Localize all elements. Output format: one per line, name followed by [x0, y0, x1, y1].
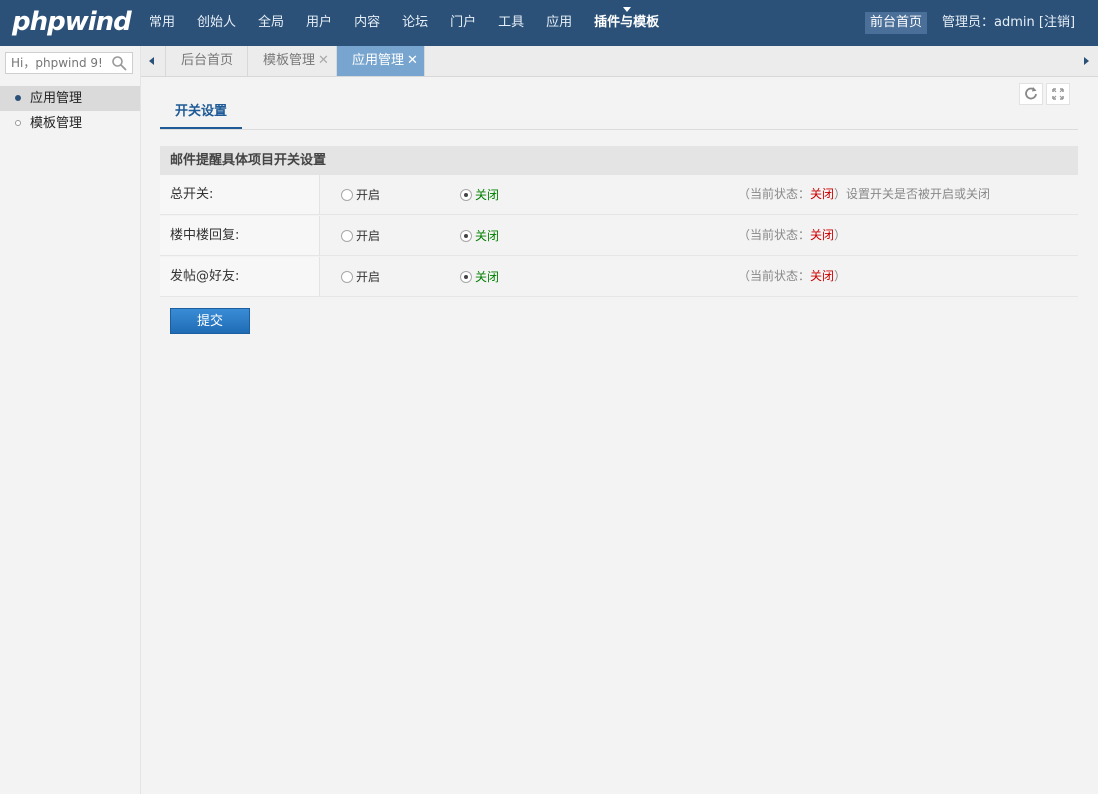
setting-row-master-switch: 总开关: 开启 关闭 （当前状态：关闭）设置开关是否被开启或关闭	[160, 175, 1078, 215]
radio-on-label: 开启	[356, 270, 381, 284]
admin-label: 管理员：	[942, 15, 995, 30]
radio-unchecked-icon[interactable]	[341, 230, 353, 242]
radio-off[interactable]: 关闭	[460, 216, 499, 255]
nav-item-forum[interactable]: 论坛	[391, 0, 439, 46]
main-nav: 常用 创始人 全局 用户 内容 论坛 门户 工具 应用 插件与模板	[138, 0, 670, 46]
radio-on-label: 开启	[356, 188, 381, 202]
radio-checked-icon[interactable]	[460, 271, 472, 283]
tab-admin-home[interactable]: 后台首页	[166, 46, 248, 76]
nav-item-content[interactable]: 内容	[343, 0, 391, 46]
submit-button[interactable]: 提交	[170, 308, 250, 334]
status-value: 关闭	[810, 228, 835, 242]
nav-item-founder[interactable]: 创始人	[186, 0, 247, 46]
radio-on[interactable]: 开启	[341, 175, 380, 214]
status-text: （当前状态：关闭）设置开关是否被开启或关闭	[738, 175, 990, 214]
tab-switch-settings[interactable]: 开关设置	[160, 99, 242, 129]
tab-app-management[interactable]: 应用管理 ✕	[337, 46, 425, 76]
search-icon[interactable]	[111, 55, 127, 71]
logout-link[interactable]: [注销]	[1039, 15, 1075, 30]
radio-off-label: 关闭	[475, 270, 500, 284]
nav-item-plugins-templates[interactable]: 插件与模板	[583, 0, 670, 46]
bullet-filled-icon	[15, 95, 21, 101]
setting-row-nested-reply: 楼中楼回复: 开启 关闭 （当前状态：关闭）	[160, 216, 1078, 256]
status-suffix: ）设置开关是否被开启或关闭	[834, 187, 991, 201]
main-content: 开关设置 邮件提醒具体项目开关设置 总开关: 开启 关闭 （当前状态：关闭）设置…	[141, 77, 1098, 794]
tab-bar: 后台首页 模板管理 ✕ 应用管理 ✕	[141, 46, 1098, 77]
status-prefix: （当前状态：	[738, 187, 811, 201]
subtab-bar: 开关设置	[160, 99, 1078, 130]
radio-checked-icon[interactable]	[460, 230, 472, 242]
tab-scroll-left-icon[interactable]	[141, 46, 166, 76]
setting-label: 总开关:	[160, 175, 320, 214]
radio-off-label: 关闭	[475, 229, 500, 243]
tab-scroll-right-icon[interactable]	[1074, 46, 1098, 76]
status-value: 关闭	[810, 187, 835, 201]
tab-label: 模板管理	[263, 53, 316, 68]
nav-item-common[interactable]: 常用	[138, 0, 186, 46]
status-prefix: （当前状态：	[738, 269, 811, 283]
radio-off[interactable]: 关闭	[460, 175, 499, 214]
nav-item-apps[interactable]: 应用	[535, 0, 583, 46]
sidebar-item-label: 模板管理	[30, 116, 83, 131]
front-home-button[interactable]: 前台首页	[865, 12, 927, 34]
section-title: 邮件提醒具体项目开关设置	[160, 146, 1078, 175]
sidebar-item-label: 应用管理	[30, 91, 83, 106]
top-navigation-bar: phpwind 常用 创始人 全局 用户 内容 论坛 门户 工具 应用 插件与模…	[0, 0, 1098, 46]
nav-item-portal[interactable]: 门户	[439, 0, 487, 46]
radio-unchecked-icon[interactable]	[341, 271, 353, 283]
admin-info: 管理员：admin [注销]	[942, 12, 1075, 34]
nav-item-users[interactable]: 用户	[295, 0, 343, 46]
radio-on-label: 开启	[356, 229, 381, 243]
radio-off[interactable]: 关闭	[460, 257, 499, 296]
sidebar-item-app-management[interactable]: 应用管理	[0, 86, 140, 111]
phpwind-logo[interactable]: phpwind	[12, 6, 132, 38]
close-icon[interactable]: ✕	[318, 46, 329, 76]
status-text: （当前状态：关闭）	[738, 216, 846, 255]
setting-row-mention-friends: 发帖@好友: 开启 关闭 （当前状态：关闭）	[160, 257, 1078, 297]
search-box	[5, 52, 133, 74]
sidebar-item-template-management[interactable]: 模板管理	[0, 111, 140, 136]
tab-label: 后台首页	[181, 53, 234, 68]
status-suffix: ）	[834, 269, 847, 283]
search-input[interactable]	[6, 53, 109, 73]
status-text: （当前状态：关闭）	[738, 257, 846, 296]
radio-on[interactable]: 开启	[341, 216, 380, 255]
tab-template-management[interactable]: 模板管理 ✕	[248, 46, 337, 76]
radio-checked-icon[interactable]	[460, 189, 472, 201]
status-suffix: ）	[834, 228, 847, 242]
nav-item-global[interactable]: 全局	[247, 0, 295, 46]
status-prefix: （当前状态：	[738, 228, 811, 242]
setting-label: 发帖@好友:	[160, 257, 320, 296]
nav-item-tools[interactable]: 工具	[487, 0, 535, 46]
close-icon[interactable]: ✕	[407, 46, 418, 76]
sidebar: 应用管理 模板管理	[0, 46, 141, 794]
radio-on[interactable]: 开启	[341, 257, 380, 296]
setting-label: 楼中楼回复:	[160, 216, 320, 255]
tab-label: 应用管理	[352, 53, 405, 68]
admin-username: admin	[994, 15, 1035, 30]
bullet-hollow-icon	[15, 120, 21, 126]
status-value: 关闭	[810, 269, 835, 283]
radio-off-label: 关闭	[475, 188, 500, 202]
radio-unchecked-icon[interactable]	[341, 189, 353, 201]
